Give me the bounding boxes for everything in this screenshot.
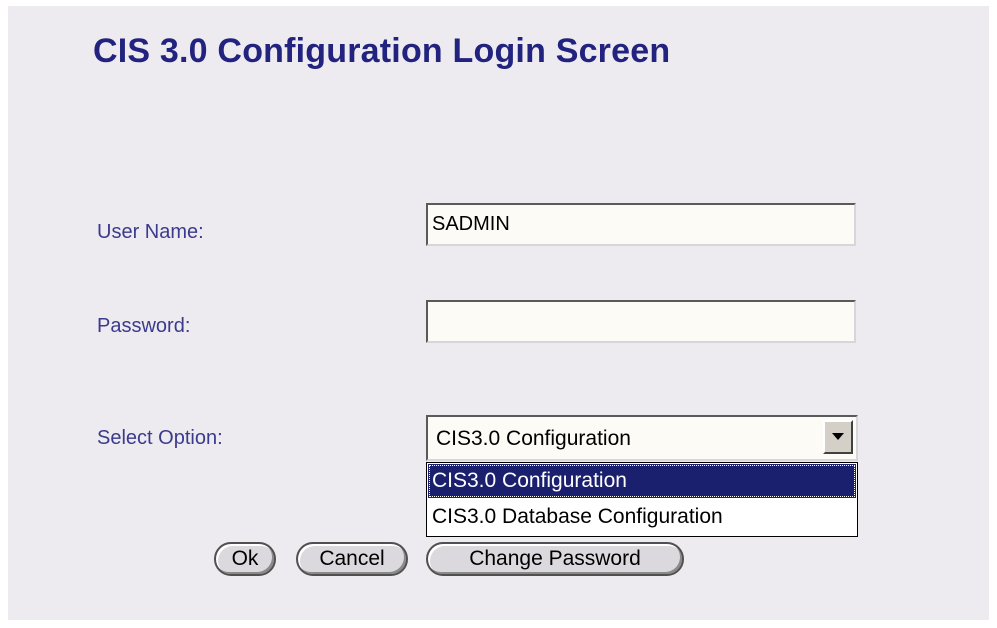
dropdown-option-cis-configuration[interactable]: CIS3.0 Configuration xyxy=(428,464,856,498)
ok-button[interactable]: Ok xyxy=(214,542,276,576)
change-password-button[interactable]: Change Password xyxy=(426,542,684,576)
dropdown-arrow-button[interactable] xyxy=(823,420,853,454)
select-option-label: Select Option: xyxy=(97,427,223,449)
select-option-dropdown[interactable]: CIS3.0 Configuration xyxy=(426,415,858,461)
login-panel: CIS 3.0 Configuration Login Screen User … xyxy=(8,6,989,620)
chevron-down-icon xyxy=(832,433,844,440)
page-title: CIS 3.0 Configuration Login Screen xyxy=(93,32,671,70)
password-input[interactable] xyxy=(426,300,856,343)
username-input[interactable] xyxy=(426,203,856,246)
cancel-button[interactable]: Cancel xyxy=(296,542,408,576)
password-label: Password: xyxy=(97,315,191,337)
dropdown-options-list: CIS3.0 Configuration CIS3.0 Database Con… xyxy=(426,462,858,537)
username-label: User Name: xyxy=(97,221,204,243)
dropdown-option-cis-database-configuration[interactable]: CIS3.0 Database Configuration xyxy=(428,500,856,534)
select-option-value: CIS3.0 Configuration xyxy=(436,427,631,450)
